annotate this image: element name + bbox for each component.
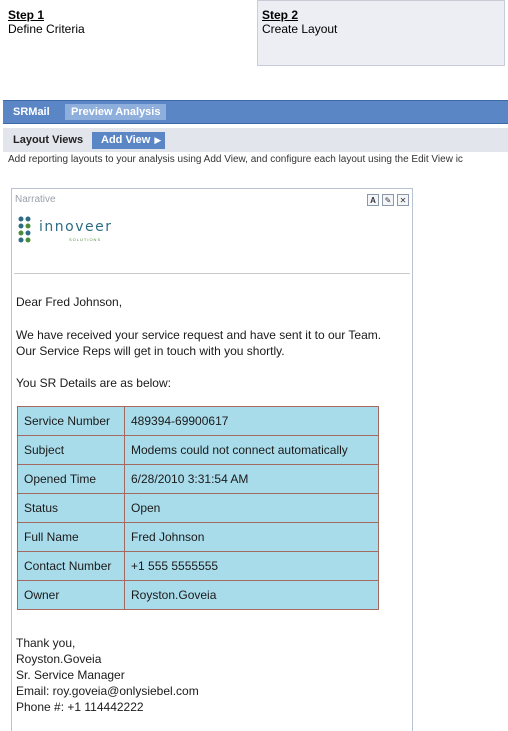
logo-dots-icon xyxy=(18,216,31,243)
view-tools: A ✎ ✕ xyxy=(367,194,409,206)
detail-value: 489394-69900617 xyxy=(124,406,379,436)
page: Step 1 Define Criteria Step 2 Create Lay… xyxy=(0,0,508,731)
detail-key: Opened Time xyxy=(17,464,125,494)
detail-value: Royston.Goveia xyxy=(124,580,379,610)
step-1[interactable]: Step 1 Define Criteria xyxy=(0,0,250,66)
table-row: Status Open xyxy=(17,493,379,523)
greeting: Dear Fred Johnson, xyxy=(16,295,123,309)
detail-key: Owner xyxy=(17,580,125,610)
play-arrow-icon: ▶ xyxy=(154,135,162,145)
detail-value: Fred Johnson xyxy=(124,522,379,552)
detail-key: Subject xyxy=(17,435,125,465)
instructions-text: Add reporting layouts to your analysis u… xyxy=(8,154,463,165)
table-row: Contact Number +1 555 5555555 xyxy=(17,551,379,581)
logo-tagline: SOLUTIONS xyxy=(69,237,102,242)
detail-value: +1 555 5555555 xyxy=(124,551,379,581)
signature-role: Sr. Service Manager xyxy=(16,668,125,682)
sr-details-table: Service Number 489394-69900617 Subject Mod… xyxy=(17,406,379,610)
preview-analysis-tab[interactable]: Preview Analysis xyxy=(65,104,167,120)
analysis-titlebar: SRMail Preview Analysis xyxy=(3,100,508,124)
signature-phone: Phone #: +1 114442222 xyxy=(16,700,144,714)
narrative-view: Narrative A ✎ ✕ innoveer SOLUTIONS Dear … xyxy=(11,188,413,731)
step-2-title[interactable]: Step 2 xyxy=(262,8,500,22)
signature-name: Royston.Goveia xyxy=(16,652,102,666)
narrative-label: Narrative xyxy=(15,194,56,205)
table-row: Service Number 489394-69900617 xyxy=(17,406,379,436)
edit-view-icon[interactable]: ✎ xyxy=(382,194,394,206)
detail-value: Modems could not connect automatically xyxy=(124,435,379,465)
details-intro: You SR Details are as below: xyxy=(16,376,171,390)
table-row: Opened Time 6/28/2010 3:31:54 AM xyxy=(17,464,379,494)
table-row: Subject Modems could not connect automati… xyxy=(17,435,379,465)
step-2-subtitle: Create Layout xyxy=(262,22,338,36)
layout-views-label: Layout Views xyxy=(13,134,84,146)
analysis-title: SRMail xyxy=(13,106,50,118)
detail-key: Full Name xyxy=(17,522,125,552)
step-1-subtitle: Define Criteria xyxy=(8,22,85,36)
message-line-1: We have received your service request an… xyxy=(16,328,382,342)
remove-view-icon[interactable]: ✕ xyxy=(397,194,409,206)
detail-key: Status xyxy=(17,493,125,523)
detail-key: Contact Number xyxy=(17,551,125,581)
layout-views-toolbar: Layout Views Add View ▶ xyxy=(3,128,508,152)
add-view-button[interactable]: Add View ▶ xyxy=(92,132,166,149)
logo-wordmark: innoveer xyxy=(39,219,113,235)
table-row: Full Name Fred Johnson xyxy=(17,522,379,552)
message-line-2: Our Service Reps will get in touch with … xyxy=(16,344,285,358)
step-1-title[interactable]: Step 1 xyxy=(8,8,242,22)
detail-key: Service Number xyxy=(17,406,125,436)
detail-value: 6/28/2010 3:31:54 AM xyxy=(124,464,379,494)
innoveer-logo: innoveer SOLUTIONS xyxy=(17,215,117,247)
table-row: Owner Royston.Goveia xyxy=(17,580,379,610)
add-view-label: Add View xyxy=(101,134,151,146)
format-view-icon[interactable]: A xyxy=(367,194,379,206)
divider xyxy=(14,273,410,274)
detail-value: Open xyxy=(124,493,379,523)
step-2[interactable]: Step 2 Create Layout xyxy=(257,0,505,66)
signature-closing: Thank you, xyxy=(16,636,76,650)
signature-email: Email: roy.goveia@onlysiebel.com xyxy=(16,684,199,698)
signature: Thank you, Royston.Goveia Sr. Service Ma… xyxy=(16,635,199,715)
